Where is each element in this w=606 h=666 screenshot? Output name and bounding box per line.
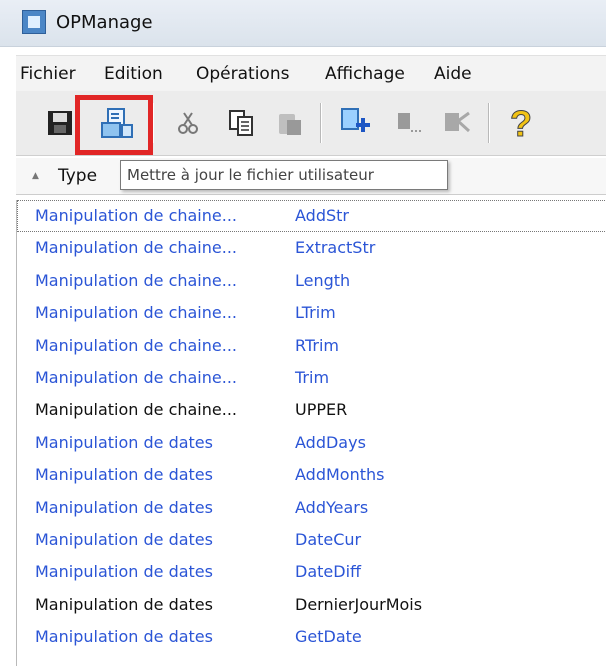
- row-type: Manipulation de dates: [35, 627, 213, 647]
- row-name: DernierJourMois: [295, 594, 423, 614]
- menu-affichage[interactable]: Affichage: [325, 64, 405, 84]
- row-name: AddDays: [295, 432, 366, 452]
- menu-operations[interactable]: Opérations: [196, 64, 289, 84]
- row-name: AddYears: [295, 497, 369, 517]
- row-type: Manipulation de chaine...: [35, 270, 237, 290]
- row-type: Manipulation de chaine...: [35, 367, 237, 387]
- row-type: Manipulation de dates: [35, 465, 213, 485]
- row-name: AddStr: [295, 206, 349, 225]
- menu-edition[interactable]: Edition: [104, 64, 163, 84]
- tooltip: Mettre à jour le fichier utilisateur: [120, 160, 448, 190]
- list-row[interactable]: Manipulation de dates DernierJourMois: [17, 589, 606, 621]
- row-name: Trim: [295, 367, 330, 387]
- svg-text:?: ?: [510, 104, 532, 142]
- row-type: Manipulation de chaine...: [35, 206, 237, 225]
- column-type[interactable]: Type: [58, 166, 97, 186]
- menu-fichier[interactable]: Fichier: [20, 64, 76, 84]
- row-name: ExtractStr: [295, 238, 376, 258]
- row-type: Manipulation de chaine...: [35, 303, 237, 323]
- list-row[interactable]: Manipulation de dates AddMonths: [17, 459, 606, 491]
- row-name: AddMonths: [295, 465, 385, 485]
- row-name: UPPER: [295, 400, 348, 420]
- list-row[interactable]: Manipulation de chaine... RTrim: [17, 330, 606, 362]
- add-icon[interactable]: [338, 105, 374, 141]
- menu-bar: Fichier Edition Opérations Affichage Aid…: [16, 55, 606, 93]
- list-row[interactable]: Manipulation de chaine... ExtractStr: [17, 232, 606, 264]
- copy-icon[interactable]: [224, 107, 258, 139]
- row-type: Manipulation de chaine...: [35, 335, 237, 355]
- app-icon: [22, 10, 46, 34]
- list-row[interactable]: Manipulation de dates GetDate: [17, 621, 606, 653]
- operations-list: Manipulation de chaine... AddStr Manipulat…: [16, 200, 606, 666]
- row-type: Manipulation de dates: [35, 529, 213, 549]
- row-type: Manipulation de dates: [35, 497, 213, 517]
- list-row[interactable]: Manipulation de chaine... UPPER: [17, 394, 606, 426]
- list-row[interactable]: Manipulation de dates DateCur: [17, 524, 606, 556]
- title-bar: OPManage: [0, 0, 606, 47]
- list-row[interactable]: Manipulation de chaine... AddStr: [17, 200, 606, 233]
- row-type: Manipulation de chaine...: [35, 238, 237, 258]
- list-row[interactable]: Manipulation de dates AddYears: [17, 492, 606, 524]
- row-type: Manipulation de dates: [35, 562, 213, 582]
- row-type: Manipulation de chaine...: [35, 400, 237, 420]
- sort-ascending-icon[interactable]: ▲: [32, 171, 39, 181]
- save-icon[interactable]: [44, 107, 76, 139]
- row-name: GetDate: [295, 627, 362, 647]
- row-name: DateDiff: [295, 562, 362, 582]
- list-row[interactable]: Manipulation de dates AddDays: [17, 427, 606, 459]
- row-name: DateCur: [295, 529, 362, 549]
- row-name: Length: [295, 270, 351, 290]
- paste-icon[interactable]: [274, 107, 306, 139]
- row-name: RTrim: [295, 335, 339, 355]
- window-title: OPManage: [56, 12, 153, 33]
- menu-aide[interactable]: Aide: [434, 64, 472, 84]
- insert-icon[interactable]: [390, 107, 424, 139]
- help-icon[interactable]: ?: [504, 103, 540, 143]
- highlight-box: [75, 95, 153, 155]
- list-row[interactable]: Manipulation de dates DateDiff: [17, 556, 606, 588]
- list-row[interactable]: Manipulation de chaine... Trim: [17, 362, 606, 394]
- row-type: Manipulation de dates: [35, 432, 213, 452]
- row-type: Manipulation de dates: [35, 594, 213, 614]
- row-name: LTrim: [295, 303, 336, 323]
- cut-icon[interactable]: [172, 107, 204, 139]
- delete-icon[interactable]: [440, 107, 474, 139]
- list-row[interactable]: Manipulation de chaine... LTrim: [17, 297, 606, 329]
- list-row[interactable]: Manipulation de chaine... Length: [17, 265, 606, 297]
